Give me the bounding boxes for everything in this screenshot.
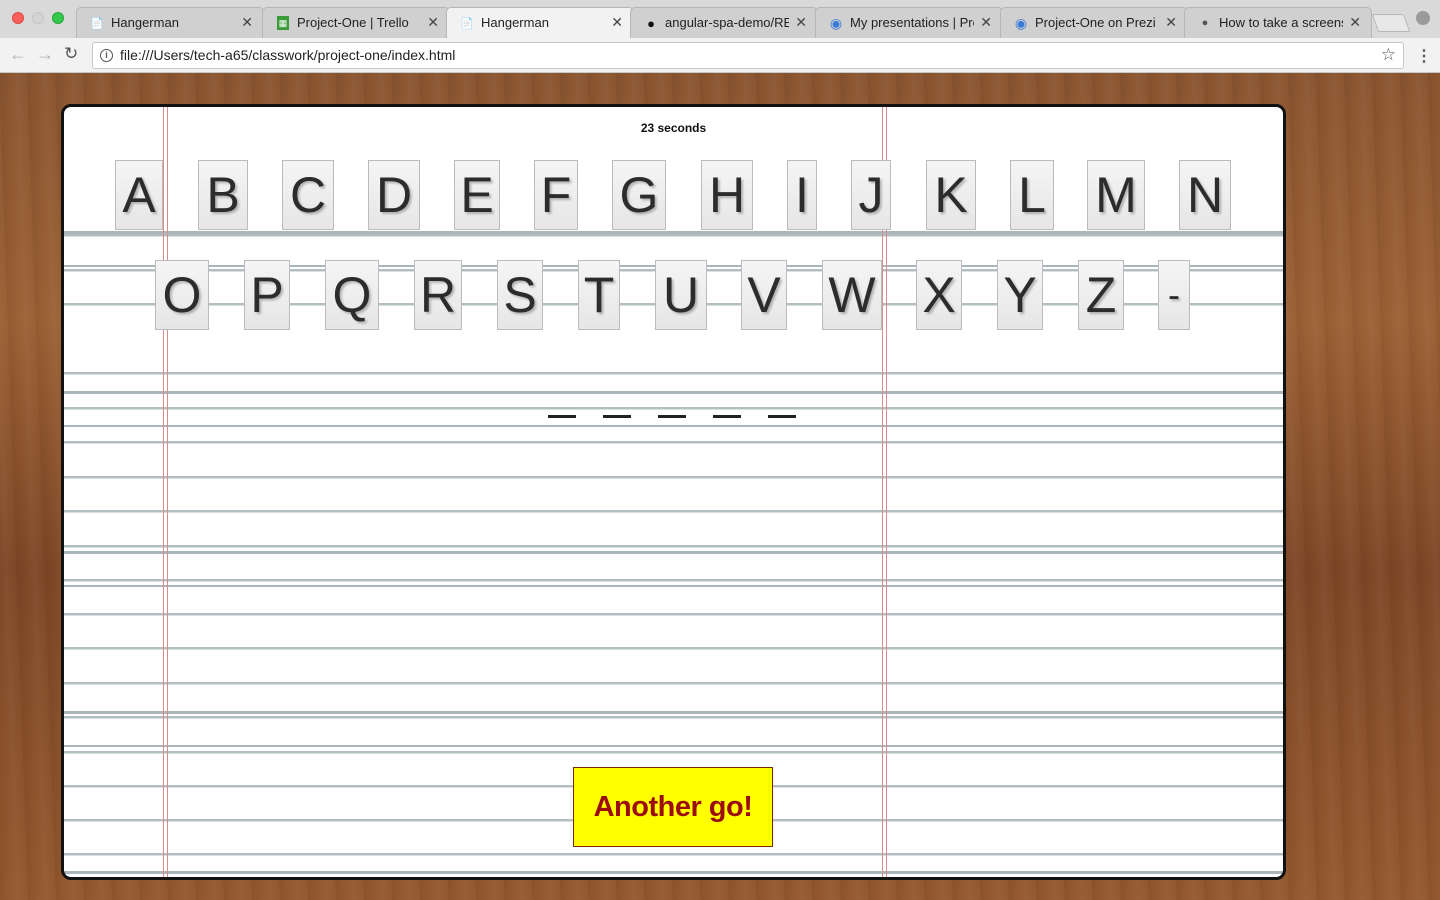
close-icon[interactable]: ✕ [1165, 14, 1177, 31]
letter-blank [768, 415, 796, 418]
letter-key-x[interactable]: X [916, 260, 962, 330]
tab-title: How to take a screensh [1219, 15, 1343, 30]
tab-hangerman-active[interactable]: 📄 Hangerman ✕ [446, 7, 634, 39]
letter-key-t[interactable]: T [578, 260, 620, 330]
browser-toolbar: ← → ↻ i file:///Users/tech-a65/classwork… [0, 38, 1440, 73]
github-icon: ● [647, 15, 655, 31]
ruled-line [64, 372, 1283, 374]
ruled-line [64, 613, 1283, 615]
tab-title: Project-One | Trello [297, 15, 409, 30]
close-icon[interactable]: ✕ [795, 14, 807, 31]
apple-icon: ● [1201, 17, 1209, 29]
tab-title: Hangerman [481, 15, 549, 30]
prezi-icon: ◉ [829, 14, 843, 31]
tab-screenshot-howto[interactable]: ● How to take a screensh ✕ [1184, 7, 1372, 38]
page-background: 23 seconds ABCDEFGHIJKLMN OPQRSTUVWXYZ- … [0, 73, 1440, 900]
letter-key-e[interactable]: E [454, 160, 500, 230]
bookmark-star-icon[interactable]: ☆ [1381, 45, 1396, 65]
ruled-line [64, 751, 1283, 753]
letter-key-r[interactable]: R [414, 260, 462, 330]
close-icon[interactable]: ✕ [611, 14, 623, 31]
letter-key-p[interactable]: P [244, 260, 290, 330]
tab-trello[interactable]: ▦ Project-One | Trello ✕ [262, 7, 450, 38]
tab-prezi-presentations[interactable]: ◉ My presentations | Pre ✕ [815, 7, 1003, 38]
ruled-line [64, 716, 1283, 718]
prezi-icon: ◉ [1014, 14, 1028, 31]
margin-line-left [163, 107, 164, 877]
tab-title: angular-spa-demo/REA [665, 15, 789, 30]
tab-prezi-project[interactable]: ◉ Project-One on Prezi N ✕ [1000, 7, 1188, 38]
letter-key-i[interactable]: I [787, 160, 817, 230]
new-tab-button[interactable] [1371, 14, 1411, 32]
letter-key-f[interactable]: F [534, 160, 578, 230]
page-icon: 📄 [460, 17, 474, 30]
letter-key-k[interactable]: K [926, 160, 976, 230]
trello-icon: ▦ [277, 16, 289, 30]
letter-key-y[interactable]: Y [997, 260, 1043, 330]
letter-key-c[interactable]: C [282, 160, 334, 230]
ruled-line [64, 682, 1283, 684]
letter-key-dash[interactable]: - [1158, 260, 1190, 330]
letter-key-d[interactable]: D [368, 160, 420, 230]
browser-chrome: 📄 Hangerman ✕ ▦ Project-One | Trello ✕ 📄… [0, 0, 1440, 73]
url-text[interactable]: file:///Users/tech-a65/classwork/project… [120, 47, 455, 63]
timer-text: 23 seconds [640, 121, 707, 135]
letter-key-j[interactable]: J [851, 160, 891, 230]
letter-blank [548, 415, 576, 418]
info-icon[interactable]: i [100, 49, 113, 62]
letter-key-w[interactable]: W [822, 260, 882, 330]
letter-key-h[interactable]: H [701, 160, 753, 230]
close-window-button[interactable] [12, 12, 24, 24]
reload-icon[interactable]: ↻ [64, 44, 78, 64]
letter-blank [603, 415, 631, 418]
minimize-window-button[interactable] [32, 12, 44, 24]
ruled-line [64, 407, 1283, 409]
notebook-paper: 23 seconds ABCDEFGHIJKLMN OPQRSTUVWXYZ- … [61, 104, 1286, 880]
tab-github[interactable]: ● angular-spa-demo/REA ✕ [630, 7, 818, 38]
page-icon: 📄 [90, 17, 104, 30]
letter-key-q[interactable]: Q [325, 260, 379, 330]
letter-key-n[interactable]: N [1179, 160, 1231, 230]
letter-key-b[interactable]: B [198, 160, 248, 230]
ruled-line [64, 647, 1283, 649]
letter-key-a[interactable]: A [115, 160, 163, 230]
letter-key-g[interactable]: G [612, 160, 666, 230]
close-icon[interactable]: ✕ [241, 14, 253, 31]
another-go-button[interactable]: Another go! [573, 767, 773, 847]
margin-line-left-inner [167, 107, 168, 877]
close-icon[interactable]: ✕ [427, 14, 439, 31]
back-arrow-icon[interactable]: ← [9, 44, 27, 65]
close-icon[interactable]: ✕ [1349, 14, 1361, 31]
letter-blank [658, 415, 686, 418]
close-icon[interactable]: ✕ [980, 14, 992, 31]
maximize-window-button[interactable] [52, 12, 64, 24]
ruled-line [64, 510, 1283, 512]
letter-key-m[interactable]: M [1087, 160, 1145, 230]
tab-hangerman-1[interactable]: 📄 Hangerman ✕ [76, 7, 264, 38]
letter-key-s[interactable]: S [497, 260, 543, 330]
letter-key-v[interactable]: V [741, 260, 787, 330]
address-bar[interactable]: i file:///Users/tech-a65/classwork/proje… [92, 42, 1404, 69]
tab-title: Hangerman [111, 15, 179, 30]
menu-icon[interactable]: ⋮ [1416, 46, 1432, 66]
ruled-line [64, 853, 1283, 855]
letter-key-l[interactable]: L [1010, 160, 1054, 230]
letter-blank [713, 415, 741, 418]
tab-title: Project-One on Prezi N [1035, 15, 1159, 30]
tab-title: My presentations | Pre [850, 15, 974, 30]
letter-key-o[interactable]: O [155, 260, 209, 330]
letter-key-u[interactable]: U [655, 260, 707, 330]
tab-strip: 📄 Hangerman ✕ ▦ Project-One | Trello ✕ 📄… [0, 0, 1440, 39]
ruled-line [64, 441, 1283, 443]
ruled-line [64, 545, 1283, 547]
ruled-line [64, 579, 1283, 581]
ruled-line [64, 234, 1283, 236]
forward-arrow-icon[interactable]: → [36, 44, 54, 65]
profile-icon[interactable] [1416, 11, 1430, 25]
letter-key-z[interactable]: Z [1078, 260, 1124, 330]
ruled-line [64, 476, 1283, 478]
